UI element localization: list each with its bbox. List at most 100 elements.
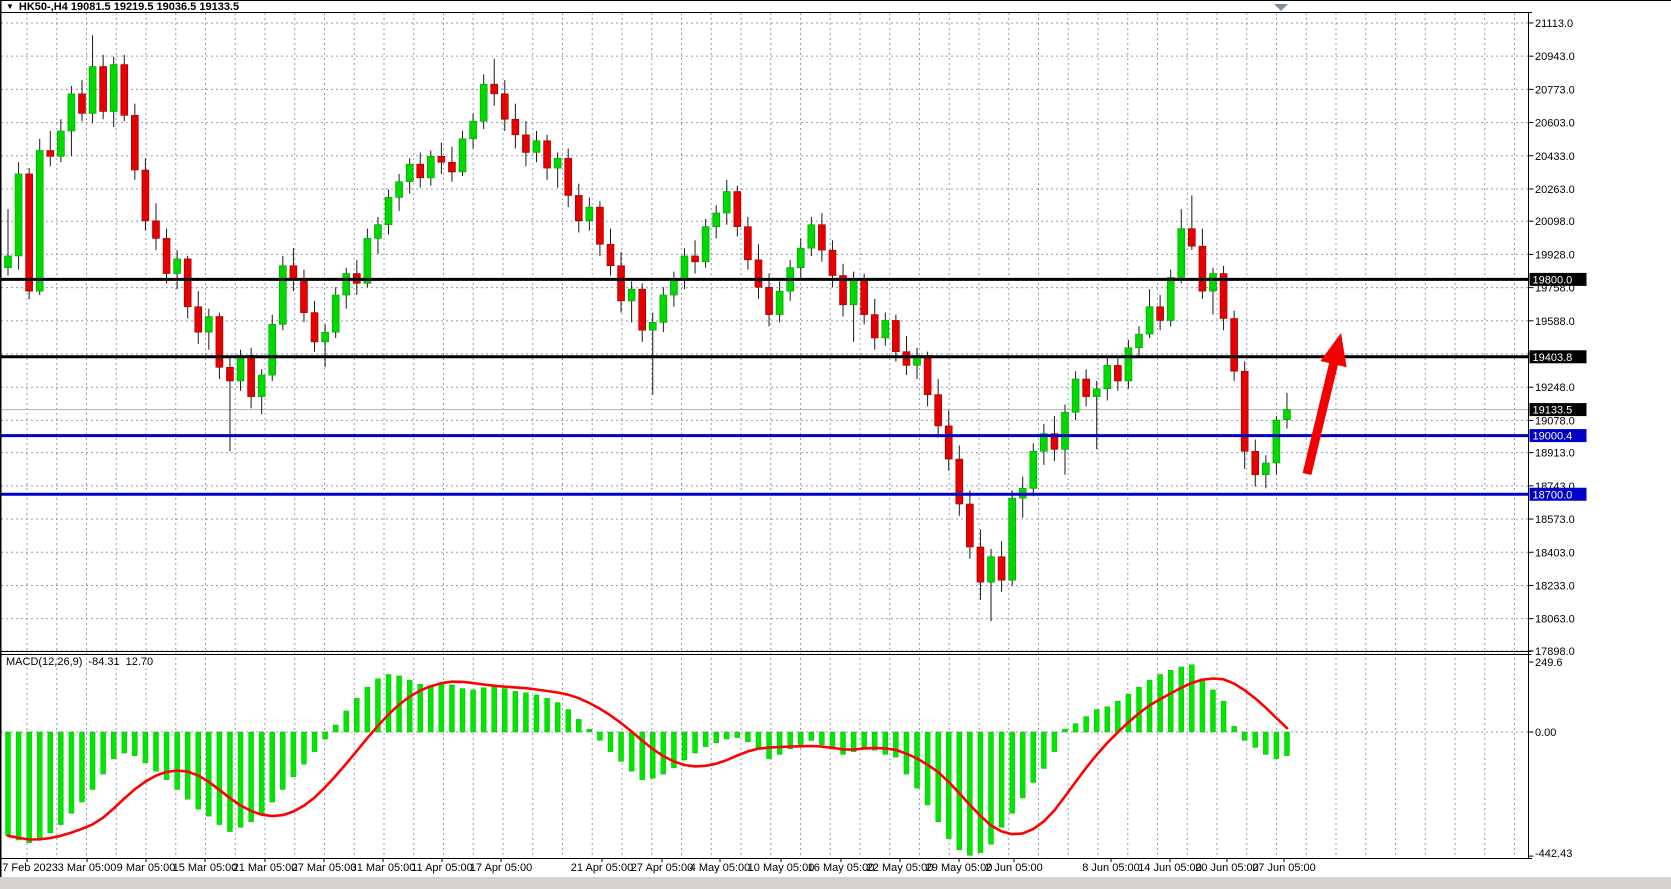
candle-up — [882, 320, 889, 338]
svg-text:21 Apr 05:00: 21 Apr 05:00 — [571, 862, 633, 874]
svg-text:0.00: 0.00 — [1535, 727, 1556, 739]
candle-up — [15, 174, 22, 256]
trading-chart-window: 21113.020943.020773.020603.020433.020263… — [0, 0, 1671, 889]
candle-down — [1199, 246, 1206, 291]
candle-down — [734, 192, 741, 227]
candle-up — [797, 248, 804, 268]
svg-text:27 Feb 2023: 27 Feb 2023 — [0, 862, 58, 874]
candle-down — [1157, 307, 1164, 321]
candle-down — [575, 195, 582, 220]
price-axis[interactable]: 21113.020943.020773.020603.020433.020263… — [1529, 18, 1575, 658]
candle-down — [692, 256, 699, 262]
svg-text:18233.0: 18233.0 — [1535, 580, 1575, 592]
candle-down — [438, 156, 445, 162]
candle-down — [131, 115, 138, 170]
chart-canvas[interactable]: 21113.020943.020773.020603.020433.020263… — [0, 0, 1671, 889]
macd-axis: 249.60.00-442.43 — [1529, 657, 1573, 860]
candle-down — [935, 395, 942, 426]
candle-down — [152, 221, 159, 239]
candle-up — [174, 259, 181, 274]
ohlc-values: 19081.5 19219.5 19036.5 19133.5 — [71, 1, 239, 13]
candle-down — [248, 356, 255, 397]
candle-up — [322, 332, 329, 342]
price-level-badge: 18700.0 — [1530, 488, 1587, 502]
chart-shift-marker-icon[interactable] — [1274, 4, 1288, 11]
candle-up — [1062, 412, 1069, 449]
svg-text:3 Mar 05:00: 3 Mar 05:00 — [58, 862, 117, 874]
svg-text:9 Mar 05:00: 9 Mar 05:00 — [117, 862, 176, 874]
svg-text:18573.0: 18573.0 — [1535, 514, 1575, 526]
candle-up — [586, 207, 593, 221]
svg-text:17 Apr 05:00: 17 Apr 05:00 — [470, 862, 532, 874]
candle-up — [1146, 307, 1153, 334]
chart-title: ▼ HK50-,H4 19081.5 19219.5 19036.5 19133.… — [6, 0, 239, 13]
buy-arrow-head-icon — [1320, 333, 1346, 367]
candle-up — [480, 84, 487, 121]
candle-up — [385, 197, 392, 224]
shift-marker[interactable] — [1274, 4, 1288, 11]
svg-text:8 Jun 05:00: 8 Jun 05:00 — [1082, 862, 1140, 874]
svg-text:21 Mar 05:00: 21 Mar 05:00 — [233, 862, 298, 874]
candle-up — [681, 256, 688, 279]
candle-up — [1273, 420, 1280, 463]
candle-down — [26, 174, 33, 291]
price-level-badge: 19800.0 — [1530, 273, 1587, 287]
candle-up — [1262, 463, 1269, 475]
svg-text:19928.0: 19928.0 — [1535, 249, 1575, 261]
candle-down — [924, 356, 931, 395]
candle-down — [903, 352, 910, 366]
candle-up — [554, 158, 561, 168]
candle-up — [1009, 498, 1016, 580]
macd-signal-value: 12.70 — [126, 656, 154, 668]
symbol-timeframe-label: HK50-,H4 — [19, 1, 68, 13]
macd-layer — [6, 665, 1290, 856]
svg-text:27 Jun 05:00: 27 Jun 05:00 — [1252, 862, 1316, 874]
svg-text:20433.0: 20433.0 — [1535, 151, 1575, 163]
svg-text:22 May 05:00: 22 May 05:00 — [867, 862, 934, 874]
svg-text:19248.0: 19248.0 — [1535, 382, 1575, 394]
candle-down — [142, 170, 149, 221]
candle-down — [501, 94, 508, 119]
price-level-badge: 19000.4 — [1530, 429, 1587, 443]
candle-up — [205, 317, 212, 333]
candle-down — [639, 289, 646, 330]
candle-up — [776, 291, 783, 314]
svg-text:20603.0: 20603.0 — [1535, 118, 1575, 130]
candle-down — [195, 307, 202, 332]
candle-down — [544, 141, 551, 168]
candle-down — [1231, 318, 1238, 371]
symbol-dropdown-icon[interactable]: ▼ — [6, 2, 14, 11]
svg-text:20098.0: 20098.0 — [1535, 216, 1575, 228]
candle-up — [808, 225, 815, 248]
svg-text:27 Mar 05:00: 27 Mar 05:00 — [292, 862, 357, 874]
candle-up — [1030, 451, 1037, 488]
candle-down — [417, 164, 424, 178]
candle-up — [364, 238, 371, 283]
candle-up — [5, 256, 12, 268]
candle-up — [713, 213, 720, 227]
candle-up — [470, 121, 477, 139]
candle-down — [216, 317, 223, 368]
candle-up — [374, 225, 381, 239]
candle-down — [300, 279, 307, 312]
candle-down — [1188, 229, 1195, 247]
macd-value: -84.31 — [88, 656, 119, 668]
time-axis[interactable]: 27 Feb 20233 Mar 05:009 Mar 05:0015 Mar … — [0, 858, 1316, 874]
candle-down — [818, 225, 825, 250]
svg-text:29 May 05:00: 29 May 05:00 — [926, 862, 993, 874]
svg-text:11 Apr 05:00: 11 Apr 05:00 — [411, 862, 473, 874]
candle-up — [237, 356, 244, 381]
svg-text:18403.0: 18403.0 — [1535, 547, 1575, 559]
candle-down — [448, 162, 455, 172]
svg-text:10 May 05:00: 10 May 05:00 — [748, 862, 815, 874]
svg-text:18700.0: 18700.0 — [1533, 489, 1573, 501]
candle-up — [1093, 389, 1100, 397]
candle-down — [512, 119, 519, 135]
candle-up — [279, 266, 286, 325]
candle-up — [57, 131, 64, 156]
candle-up — [670, 279, 677, 295]
buy-arrow-shaft — [1307, 358, 1335, 474]
svg-text:19403.8: 19403.8 — [1533, 352, 1573, 364]
svg-text:4 May 05:00: 4 May 05:00 — [690, 862, 751, 874]
candle-down — [596, 207, 603, 244]
